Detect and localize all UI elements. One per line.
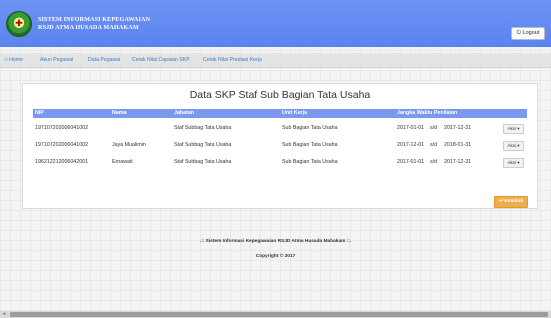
footer-copyright: Copyright © 2017 — [255, 254, 296, 259]
logout-button[interactable]: ⏻ Logout — [511, 27, 545, 40]
caret-down-icon: ▾ — [517, 126, 520, 131]
cell-jabatan: Staf Subbag Tata Usaha — [174, 142, 232, 148]
col-jabatan: Jabatan — [174, 110, 195, 116]
nav-data-pegawai[interactable]: Data Pegawai — [88, 53, 120, 67]
cell-sd: s/d — [430, 142, 438, 148]
logout-label: Logout — [522, 30, 540, 36]
cell-nama: Ernawati — [112, 159, 133, 165]
hospital-logo: ✚ — [6, 11, 32, 37]
cell-unit: Sub Bagian Tata Usaha — [282, 142, 338, 148]
cell-start-date: 2017-01-01 — [397, 125, 425, 131]
cell-unit: Sub Bagian Tata Usaha — [282, 159, 338, 165]
kembali-button[interactable]: ↩ Kembali — [494, 196, 528, 208]
skp-panel: Data SKP Staf Sub Bagian Tata Usaha NIP … — [22, 83, 538, 209]
aksi-label: Aksi — [507, 160, 516, 165]
cell-jabatan: Staf Subbag Tata Usaha — [174, 159, 232, 165]
cell-jabatan: Staf Subbag Tata Usaha — [174, 125, 232, 131]
cell-nip: 196212212006042001 — [35, 159, 89, 165]
power-icon: ⏻ — [516, 30, 521, 36]
aksi-dropdown-button[interactable]: Aksi ▾ — [503, 158, 524, 168]
aksi-dropdown-button[interactable]: Aksi ▾ — [503, 141, 524, 151]
nav-cetak-prestasi-kerja[interactable]: Cetak Nilai Prestasi Kerja — [203, 53, 262, 67]
back-arrow-icon: ↩ — [498, 199, 503, 204]
cell-end-date: 2017-12-31 — [444, 159, 472, 165]
nav-akun-pegawai[interactable]: Akun Pegawai — [40, 53, 73, 67]
top-header: ✚ SISTEM INFORMASI KEPEGAWAIAN RSJD ATMA… — [0, 0, 551, 47]
table-row: 197107202006041002 Staf Subbag Tata Usah… — [33, 120, 527, 136]
cell-nip: 197107202006041002 — [35, 125, 89, 131]
aksi-label: Aksi — [507, 126, 516, 131]
cell-nip: 197107202006041002 — [35, 142, 89, 148]
col-jangka-waktu: Jangka Waktu Penilaian — [397, 110, 458, 116]
nav-home-label: Home — [9, 57, 23, 63]
aksi-dropdown-button[interactable]: Aksi ▾ — [503, 124, 524, 134]
table-header: NIP Nama Jabatan Unit Kerja Jangka Waktu… — [33, 109, 527, 118]
cell-sd: s/d — [430, 159, 438, 165]
col-nama: Nama — [112, 110, 127, 116]
home-icon: ⌂ — [4, 57, 8, 63]
cell-end-date: 2017-12-31 — [444, 125, 472, 131]
horizontal-scrollbar[interactable]: ◂ — [0, 311, 551, 318]
col-unit-kerja: Unit Kerja — [282, 110, 308, 116]
cell-sd: s/d — [430, 125, 438, 131]
cell-end-date: 2018-01-31 — [444, 142, 472, 148]
scrollbar-thumb[interactable] — [10, 312, 548, 317]
brand-title-line1: SISTEM INFORMASI KEPEGAWAIAN — [38, 16, 151, 23]
table-row: 197107202006041002 Jaya Mualimin Staf Su… — [33, 137, 527, 153]
page-title: Data SKP Staf Sub Bagian Tata Usaha — [189, 89, 371, 101]
col-nip: NIP — [35, 110, 44, 116]
nav-home[interactable]: ⌂ Home — [4, 53, 23, 67]
aksi-label: Aksi — [507, 143, 516, 148]
kembali-label: Kembali — [504, 199, 524, 204]
footer-system-name: .:: Sistem Informasi Kepegawaian RSJD At… — [199, 239, 352, 244]
cell-start-date: 2017-01-01 — [397, 159, 425, 165]
brand-title-line2: RSJD ATMA HUSADA MAHAKAM — [38, 24, 139, 31]
caret-down-icon: ▾ — [517, 143, 520, 148]
cell-start-date: 2017-12-01 — [397, 142, 425, 148]
cell-unit: Sub Bagian Tata Usaha — [282, 125, 338, 131]
caret-down-icon: ▾ — [517, 160, 520, 165]
nav-cetak-capaian-skp[interactable]: Cetak Nilai Capaian SKP — [132, 53, 190, 67]
logo-emblem-icon: ✚ — [15, 18, 23, 28]
app-brand: SISTEM INFORMASI KEPEGAWAIAN RSJD ATMA H… — [38, 16, 150, 32]
main-navigation: ⌂ Home Akun Pegawai Data Pegawai Cetak N… — [0, 53, 551, 68]
cell-nama: Jaya Mualimin — [112, 142, 146, 148]
scroll-left-icon[interactable]: ◂ — [0, 311, 8, 318]
table-row: 196212212006042001 Ernawati Staf Subbag … — [33, 154, 527, 170]
